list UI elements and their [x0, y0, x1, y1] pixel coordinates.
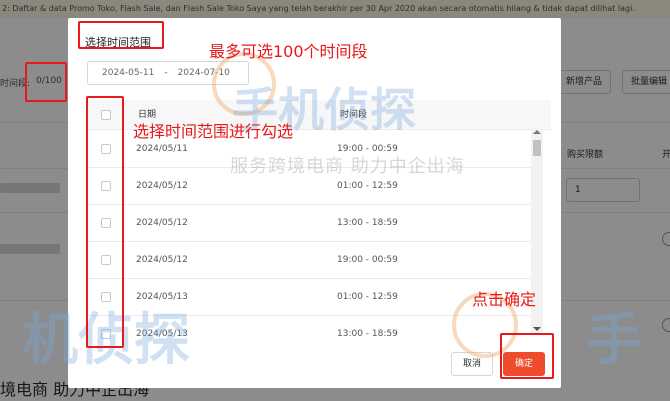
row-time: 19:00 - 00:59 — [337, 255, 398, 265]
watermark-bottom-brand-right: 手 — [586, 308, 642, 373]
scroll-up-arrow-icon[interactable] — [533, 130, 541, 134]
confirm-highlight-box — [500, 333, 554, 379]
select-range-note: 选择时间范围进行勾选 — [133, 122, 294, 141]
row-date: 2024/05/12 — [136, 255, 188, 265]
watermark-slogan: 服务跨境电商 助力中企出海 — [230, 156, 465, 177]
row-date: 2024/05/12 — [136, 181, 188, 191]
max-timeslots-note: 最多可选100个时间段 — [209, 42, 368, 61]
scroll-thumb[interactable] — [533, 140, 541, 156]
title-highlight-box — [78, 21, 164, 49]
table-row[interactable]: 2024/05/12 19:00 - 00:59 — [87, 242, 537, 279]
table-row[interactable]: 2024/05/12 13:00 - 18:59 — [87, 205, 537, 242]
click-confirm-note: 点击确定 — [472, 290, 537, 309]
row-date: 2024/05/12 — [136, 218, 188, 228]
date-range-separator: - — [164, 68, 168, 78]
row-time: 01:00 - 12:59 — [337, 292, 398, 302]
count-highlight-box — [25, 62, 67, 102]
scroll-down-arrow-icon[interactable] — [533, 327, 541, 331]
row-time: 13:00 - 18:59 — [337, 218, 398, 228]
row-time: 13:00 - 18:59 — [337, 329, 398, 339]
checkbox-column-highlight-box — [86, 96, 124, 348]
date-range-start: 2024-05-11 — [102, 68, 155, 78]
watermark-bottom-slogan: 服务跨境 — [588, 381, 664, 401]
